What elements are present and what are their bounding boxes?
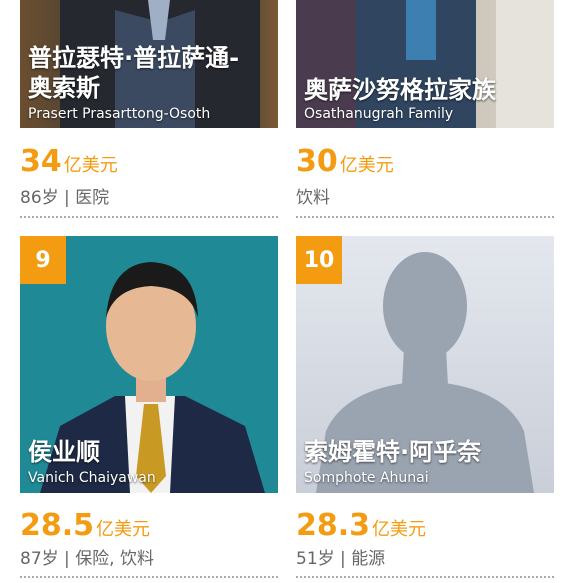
name-english: Vanich Chaiyawan [28,470,156,486]
net-worth: 30 亿美元 [296,144,394,179]
rich-list-card-2: 奥萨沙努格拉家族 Osathanugrah Family 30 亿美元 饮料 [296,0,554,225]
name-english: Osathanugrah Family [304,106,454,122]
age-industry: 87岁 | 保险, 饮料 [20,549,154,569]
name-english: Prasert Prasarttong-Osoth [28,106,211,122]
dotted-divider [20,216,278,218]
rich-list-card-10: 10 索姆霍特·阿乎奈 Somphote Ahunai 28.3 亿美元 51岁 … [296,236,554,583]
name-chinese-line1: 普拉瑟特·普拉萨通- [28,44,240,72]
industry: 饮料 [296,188,330,208]
age-industry: 51岁 | 能源 [296,549,386,569]
name-chinese: 奥萨沙努格拉家族 [304,76,496,104]
portrait-photo: 9 侯业顺 Vanich Chaiyawan [20,236,278,493]
name-chinese: 侯业顺 [28,438,100,466]
dotted-divider [20,576,278,578]
dotted-divider [296,576,554,578]
net-worth: 34 亿美元 [20,144,118,179]
dotted-divider [296,216,554,218]
placeholder-photo: 10 索姆霍特·阿乎奈 Somphote Ahunai [296,236,554,493]
net-worth: 28.3 亿美元 [296,508,427,543]
group-photo: 奥萨沙努格拉家族 Osathanugrah Family [296,0,554,128]
rich-list-card-1: 普拉瑟特·普拉萨通- 奥索斯 Prasert Prasarttong-Osoth… [20,0,278,225]
net-worth: 28.5 亿美元 [20,508,151,543]
rank-badge: 10 [296,236,342,284]
portrait-photo: 普拉瑟特·普拉萨通- 奥索斯 Prasert Prasarttong-Osoth [20,0,278,128]
age-industry: 86岁 | 医院 [20,188,110,208]
name-english: Somphote Ahunai [304,470,429,486]
name-chinese-line2: 奥索斯 [28,74,100,102]
rank-badge: 9 [20,236,66,284]
rich-list-card-9: 9 侯业顺 Vanich Chaiyawan 28.5 亿美元 87岁 | 保险,… [20,236,278,583]
name-chinese: 索姆霍特·阿乎奈 [304,438,482,466]
